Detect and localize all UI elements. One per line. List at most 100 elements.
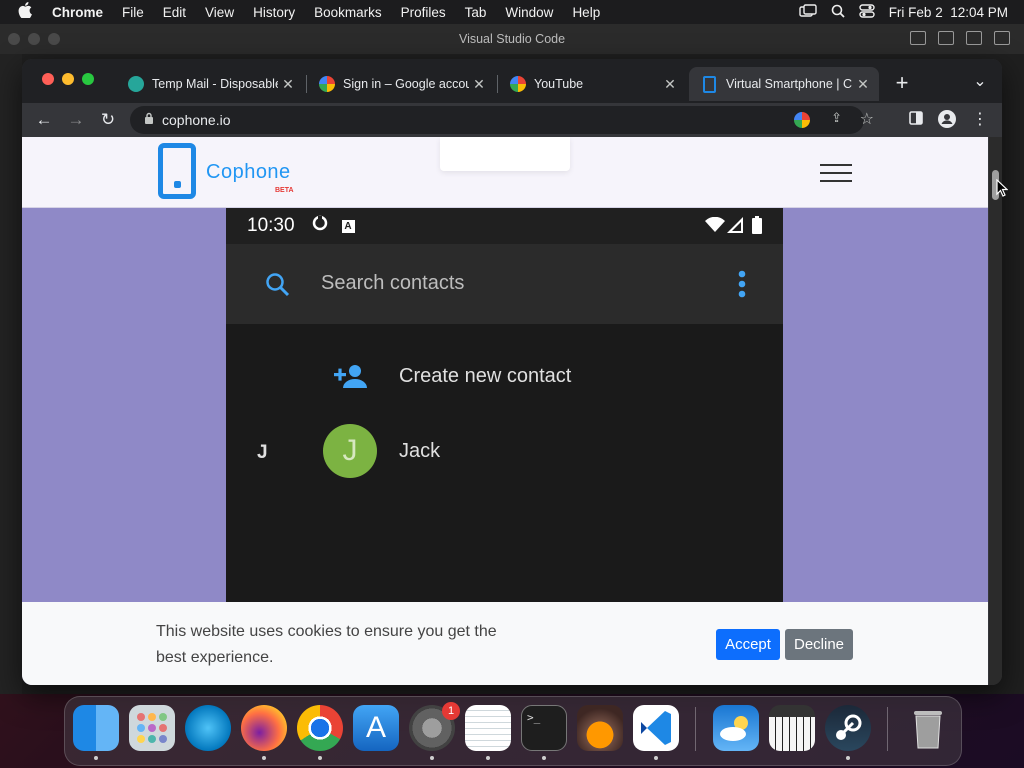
menu-help[interactable]: Help: [572, 5, 600, 20]
apple-icon[interactable]: [18, 2, 32, 22]
control-center-icon[interactable]: [858, 3, 875, 21]
garageband-icon[interactable]: [577, 705, 623, 751]
contacts-search-bar[interactable]: Search contacts: [226, 244, 783, 324]
cookie-consent-banner: This website uses cookies to ensure you …: [22, 602, 988, 685]
vscode-window-controls: [8, 33, 60, 45]
signal-icon: [727, 217, 743, 239]
phone-favicon-icon: [703, 75, 716, 93]
contact-list-item[interactable]: J J Jack: [226, 423, 783, 479]
page-scrollbar[interactable]: [989, 137, 1002, 685]
chrome-icon[interactable]: [297, 705, 343, 751]
app-store-icon[interactable]: A: [353, 705, 399, 751]
menu-edit[interactable]: Edit: [163, 5, 186, 20]
keyboard-a-icon: A: [341, 219, 355, 233]
menu-app-name[interactable]: Chrome: [52, 5, 103, 20]
running-indicator: [542, 756, 546, 760]
decline-button[interactable]: Decline: [785, 629, 853, 660]
create-contact-label: Create new contact: [399, 365, 572, 387]
site-header: Cophone BETA: [22, 137, 988, 208]
weather-icon[interactable]: [713, 705, 759, 751]
notification-icon: [312, 215, 328, 237]
launchpad-icon[interactable]: [129, 705, 175, 751]
google-favicon-icon: [510, 76, 526, 92]
create-contact-row[interactable]: Create new contact: [226, 348, 783, 408]
close-tab-icon[interactable]: ✕: [469, 76, 489, 93]
side-panel-icon[interactable]: [906, 110, 926, 130]
cophone-logo-icon[interactable]: [158, 143, 196, 199]
tab-temp-mail[interactable]: Temp Mail - Disposable ✕: [116, 67, 304, 101]
tab-virtual-smartphone[interactable]: Virtual Smartphone | C ✕: [689, 67, 879, 101]
google-lens-icon[interactable]: [794, 112, 810, 128]
share-icon[interactable]: ⇪: [831, 110, 842, 126]
vscode-icon[interactable]: [633, 705, 679, 751]
forward-arrow-icon[interactable]: →: [65, 109, 87, 131]
menu-profiles[interactable]: Profiles: [401, 5, 446, 20]
menu-window[interactable]: Window: [505, 5, 553, 20]
temp-mail-favicon-icon: [128, 76, 144, 92]
contact-name: Jack: [399, 440, 441, 462]
profile-avatar-icon[interactable]: [937, 110, 957, 130]
lock-icon[interactable]: [144, 112, 154, 128]
dock-separator: [887, 707, 888, 751]
hamburger-menu-icon[interactable]: [820, 164, 852, 182]
textedit-icon[interactable]: [465, 705, 511, 751]
zoom-window-button[interactable]: [82, 73, 94, 85]
accept-button[interactable]: Accept: [716, 629, 780, 660]
chrome-menu-icon[interactable]: ⋮: [970, 110, 990, 130]
tab-google-sign-in[interactable]: Sign in – Google account ✕: [307, 67, 495, 101]
screen-mirroring-icon[interactable]: [798, 3, 817, 21]
vscode-layout-controls[interactable]: [910, 31, 1010, 45]
running-indicator: [430, 756, 434, 760]
avatar: J: [323, 424, 377, 478]
running-indicator: [94, 756, 98, 760]
search-icon[interactable]: [265, 272, 291, 303]
google-favicon-icon: [319, 76, 335, 92]
bookmark-star-icon[interactable]: ☆: [860, 109, 874, 129]
browser-toolbar: ← → ↻ cophone.io ⇪ ☆ ⋮: [22, 103, 1002, 137]
dock-separator: [695, 707, 696, 751]
tab-youtube[interactable]: YouTube ✕: [498, 67, 686, 101]
menu-clock[interactable]: Fri Feb 2 12:04 PM: [889, 5, 1008, 20]
tab-title: Sign in – Google account: [343, 77, 469, 91]
overflow-menu-icon[interactable]: [738, 270, 746, 303]
menu-file[interactable]: File: [122, 5, 144, 20]
close-tab-icon[interactable]: ✕: [853, 76, 873, 93]
header-overlay-box: [440, 137, 570, 171]
running-indicator: [846, 756, 850, 760]
cursor-icon: [996, 178, 1009, 202]
tab-title: Temp Mail - Disposable: [152, 77, 278, 91]
tab-title: YouTube: [534, 77, 584, 91]
add-person-icon: [334, 363, 368, 394]
tab-strip: Temp Mail - Disposable ✕ Sign in – Googl…: [22, 59, 1002, 103]
url-text[interactable]: cophone.io: [162, 112, 231, 128]
minimize-window-button[interactable]: [62, 73, 74, 85]
close-window-button[interactable]: [42, 73, 54, 85]
menu-tab[interactable]: Tab: [465, 5, 487, 20]
trash-icon[interactable]: [905, 705, 951, 751]
close-tab-icon[interactable]: ✕: [278, 76, 298, 93]
back-arrow-icon[interactable]: ←: [33, 109, 55, 131]
menu-history[interactable]: History: [253, 5, 295, 20]
safari-icon[interactable]: [185, 705, 231, 751]
site-brand[interactable]: Cophone: [206, 161, 291, 184]
new-tab-button[interactable]: +: [891, 72, 913, 94]
terminal-icon[interactable]: >_: [521, 705, 567, 751]
finder-icon[interactable]: [73, 705, 119, 751]
menu-bookmarks[interactable]: Bookmarks: [314, 5, 382, 20]
battery-icon: [752, 216, 762, 240]
tab-search-button[interactable]: ⌄: [969, 71, 991, 93]
phone-status-bar: 10:30 A: [226, 208, 783, 244]
firefox-icon[interactable]: [241, 705, 287, 751]
steam-icon[interactable]: [825, 705, 871, 751]
spotlight-search-icon[interactable]: [831, 4, 845, 21]
vscode-title: Visual Studio Code: [458, 32, 566, 46]
cookie-message: This website uses cookies to ensure you …: [156, 623, 497, 666]
menu-view[interactable]: View: [205, 5, 234, 20]
close-tab-icon[interactable]: ✕: [660, 76, 680, 93]
reload-icon[interactable]: ↻: [97, 109, 119, 131]
piano-icon[interactable]: [769, 705, 815, 751]
wifi-icon: [705, 216, 725, 239]
address-bar[interactable]: cophone.io ⇪ ☆: [130, 106, 874, 134]
search-contacts-input[interactable]: Search contacts: [321, 272, 464, 295]
running-indicator: [262, 756, 266, 760]
